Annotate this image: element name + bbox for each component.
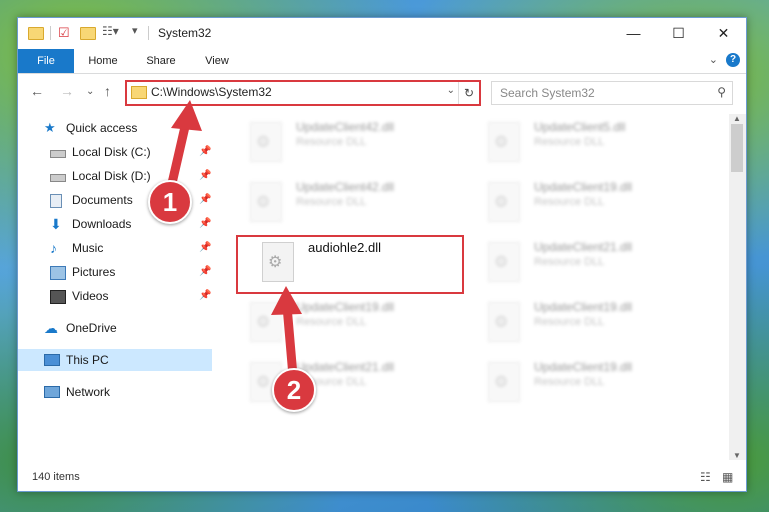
navigation-bar: ← → ⌄ ↑ C:\Windows\System32 ⌄ ↻ Search S… (18, 74, 746, 108)
status-bar: 140 items ☷ ▦ (18, 466, 746, 490)
pin-icon[interactable]: 📌 (199, 266, 211, 277)
pin-icon[interactable]: 📌 (199, 242, 211, 253)
step-badge-1: 1 (148, 180, 192, 224)
maximize-button[interactable]: ☐ (656, 18, 701, 49)
file-item[interactable]: ⚙ UpdateClient19.dll Resource DLL (242, 296, 462, 352)
pictures-icon (50, 266, 66, 280)
drive-icon (50, 150, 66, 158)
vertical-scrollbar[interactable]: ▲ ▼ (729, 114, 746, 460)
drive-icon (50, 174, 66, 182)
close-button[interactable]: ✕ (701, 18, 746, 49)
search-placeholder: Search System32 (500, 86, 595, 100)
pin-icon[interactable]: 📌 (199, 218, 211, 229)
divider (148, 26, 149, 40)
properties-check-icon[interactable]: ☑ (58, 25, 74, 43)
details-view-icon[interactable]: ☷ (700, 470, 711, 484)
gear-icon: ⚙ (256, 134, 271, 151)
up-arrow-icon[interactable]: ↑ (104, 83, 111, 99)
file-item[interactable]: ⚙ UpdateClient5.dll Resource DLL (480, 116, 700, 172)
network-icon (44, 386, 60, 398)
tab-view[interactable]: View (194, 49, 240, 73)
file-item[interactable]: ⚙ UpdateClient19.dll Resource DLL (480, 356, 700, 412)
large-icons-view-icon[interactable]: ▦ (722, 470, 733, 484)
highlight-box (236, 235, 464, 294)
cloud-icon: ☁ (44, 320, 58, 336)
videos-icon (50, 290, 66, 304)
gear-icon: ⚙ (256, 374, 271, 391)
help-button[interactable]: ? (726, 53, 740, 67)
documents-icon (50, 194, 62, 208)
scroll-up-icon[interactable]: ▲ (733, 114, 741, 123)
item-count: 140 items (32, 471, 80, 483)
expand-ribbon-icon[interactable]: ⌄ (709, 53, 718, 66)
refresh-icon[interactable]: ↻ (458, 82, 479, 104)
forward-arrow-icon[interactable]: → (60, 83, 74, 99)
file-item[interactable]: ⚙ UpdateClient21.dll Resource DLL (480, 236, 700, 292)
step-badge-2: 2 (272, 368, 316, 412)
scroll-down-icon[interactable]: ▼ (733, 451, 741, 460)
new-folder-icon[interactable] (80, 27, 96, 40)
gear-icon: ⚙ (256, 314, 271, 331)
star-icon: ★ (44, 120, 56, 135)
music-icon: ♪ (50, 240, 57, 256)
divider (50, 26, 51, 40)
gear-icon: ⚙ (256, 194, 271, 211)
file-item[interactable]: ⚙ UpdateClient42.dll Resource DLL (242, 176, 462, 232)
gear-icon: ⚙ (494, 254, 509, 271)
folder-icon (28, 27, 44, 40)
chevron-down-icon[interactable]: ▾ (132, 24, 148, 42)
tab-share[interactable]: Share (136, 49, 186, 73)
pin-icon[interactable]: 📌 (199, 146, 211, 157)
address-path: C:\Windows\System32 (151, 85, 272, 99)
pin-icon[interactable]: 📌 (199, 170, 211, 181)
gear-icon: ⚙ (494, 374, 509, 391)
file-item[interactable]: ⚙ UpdateClient19.dll Resource DLL (480, 176, 700, 232)
gear-icon: ⚙ (494, 314, 509, 331)
file-item[interactable]: ⚙ UpdateClient19.dll Resource DLL (480, 296, 700, 352)
navigation-pane: ★ Quick access Local Disk (C:) Local Dis… (18, 114, 214, 460)
pin-icon[interactable]: 📌 (199, 194, 211, 205)
computer-icon (44, 354, 60, 366)
download-icon: ⬇ (50, 216, 62, 232)
scrollbar-thumb[interactable] (731, 124, 743, 172)
minimize-button[interactable]: — (611, 18, 656, 49)
address-bar[interactable]: C:\Windows\System32 ⌄ ↻ (125, 80, 481, 106)
ribbon: File Home Share View ⌄ ? (18, 49, 746, 74)
address-dropdown-icon[interactable]: ⌄ (447, 85, 455, 96)
folder-icon (131, 86, 147, 99)
search-input[interactable]: Search System32 ⚲ (491, 81, 733, 105)
tab-file[interactable]: File (18, 49, 74, 73)
title-bar: ☑ ☷▾ ▾ System32 — ☐ ✕ (18, 18, 746, 49)
file-item[interactable]: ⚙ UpdateClient42.dll Resource DLL (242, 116, 462, 172)
recent-locations-icon[interactable]: ⌄ (86, 86, 94, 97)
window-title: System32 (158, 26, 212, 40)
search-icon: ⚲ (717, 85, 726, 99)
tab-home[interactable]: Home (78, 49, 128, 73)
gear-icon: ⚙ (494, 134, 509, 151)
pin-icon[interactable]: 📌 (199, 290, 211, 301)
customize-toolbar-icon[interactable]: ☷▾ (102, 24, 119, 42)
gear-icon: ⚙ (494, 194, 509, 211)
back-arrow-icon[interactable]: ← (30, 83, 44, 99)
